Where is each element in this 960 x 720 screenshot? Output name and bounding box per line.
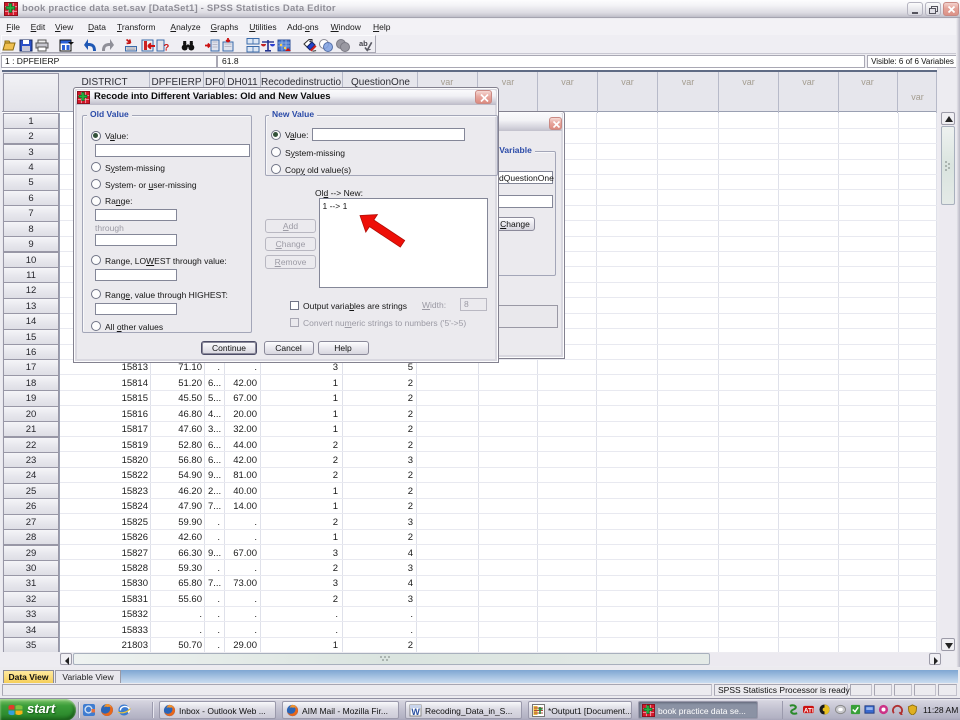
svg-text:W: W — [411, 707, 420, 717]
svg-text:?: ? — [164, 43, 170, 54]
svg-text:ab: ab — [359, 39, 368, 48]
svg-text:ATI: ATI — [804, 707, 814, 714]
